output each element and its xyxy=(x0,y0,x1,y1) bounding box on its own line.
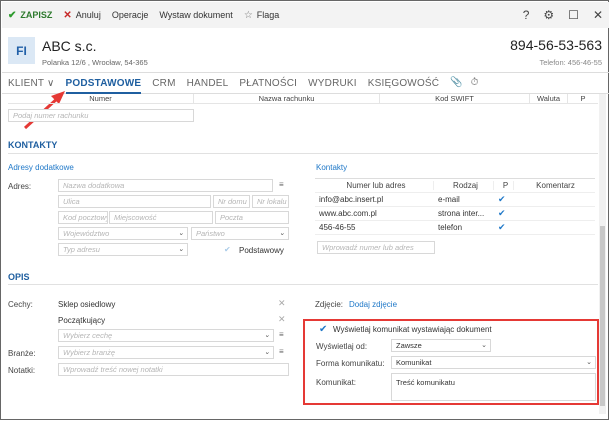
customer-header: FI ABC s.c. Polanka 12/6 , Wrocław, 54-3… xyxy=(2,28,609,73)
toolbar: ✔ ZAPISZ ✕ Anuluj Operacje Wystaw dokument… xyxy=(2,2,609,28)
gear-icon[interactable]: ⚙ xyxy=(543,8,554,22)
photo-label: Zdjęcie: xyxy=(315,300,344,309)
help-icon[interactable]: ? xyxy=(523,8,530,22)
chevron-down-icon: ⌄ xyxy=(264,332,270,339)
menu-icon[interactable]: ≡ xyxy=(279,347,284,356)
col-p: P xyxy=(580,94,586,103)
flag-button[interactable]: ☆ Flaga xyxy=(244,10,279,21)
show-from-select[interactable]: Zawsze ⌄ xyxy=(391,339,491,352)
city-input[interactable]: Miejscowość xyxy=(109,211,213,224)
address-name-input[interactable]: Nazwa dodatkowa xyxy=(58,179,273,192)
chevron-down-icon: ⌄ xyxy=(586,359,592,366)
features-label: Cechy: xyxy=(8,300,33,309)
home-number-input[interactable]: Nr domu xyxy=(213,195,250,208)
chevron-down-icon: ⌄ xyxy=(279,230,285,237)
voivodeship-select[interactable]: Województwo ⌄ xyxy=(58,227,188,240)
paperclip-icon[interactable]: 📎 xyxy=(450,77,462,88)
window-frame: ✔ ZAPISZ ✕ Anuluj Operacje Wystaw dokument… xyxy=(0,0,609,420)
contacts-header-row: Numer lub adres Rodzaj P Komentarz xyxy=(315,179,595,193)
customer-name: ABC s.c. xyxy=(42,38,97,54)
issue-document-button[interactable]: Wystaw dokument xyxy=(159,10,232,20)
table-row[interactable]: 456-46-55 telefon ✔ xyxy=(315,221,595,235)
show-message-checkbox[interactable]: ✔ xyxy=(319,324,327,335)
tab-klient[interactable]: KLIENT ∨ xyxy=(8,74,55,89)
local-number-input[interactable]: Nr lokalu xyxy=(252,195,289,208)
tab-ksiegowosc[interactable]: KSIĘGOWOŚĆ xyxy=(368,74,439,89)
section-kontakty: KONTAKTY xyxy=(8,140,58,150)
checkbox-checked[interactable]: ✔ xyxy=(494,208,514,219)
address-type-select[interactable]: Typ adresu ⌄ xyxy=(58,243,188,256)
chevron-down-icon: ⌄ xyxy=(178,230,184,237)
main-label: Podstawowy xyxy=(239,246,284,255)
customer-address: Polanka 12/6 , Wrocław, 54-365 xyxy=(42,58,148,67)
operations-button[interactable]: Operacje xyxy=(112,10,149,20)
new-contact-input[interactable]: Wprowadź numer lub adres xyxy=(317,241,435,254)
table-row[interactable]: www.abc.com.pl strona inter... ✔ xyxy=(315,207,595,221)
bank-accounts-header: Numer Nazwa rachunku Kod SWIFT Waluta P xyxy=(8,94,598,104)
check-icon: ✔ xyxy=(8,9,17,21)
cancel-button[interactable]: ✕ Anuluj xyxy=(63,10,100,21)
show-from-label: Wyświetlaj od: xyxy=(316,342,368,351)
street-input[interactable]: Ulica xyxy=(58,195,211,208)
message-textarea[interactable]: Treść komunikatu xyxy=(391,373,596,401)
tab-podstawowe[interactable]: PODSTAWOWE xyxy=(65,74,142,94)
show-message-label: Wyświetlaj komunikat wystawiając dokumen… xyxy=(333,325,492,334)
col-swift: Kod SWIFT xyxy=(380,94,530,103)
add-photo-link[interactable]: Dodaj zdjęcie xyxy=(349,300,397,309)
notes-input[interactable]: Wprowadź treść nowej notatki xyxy=(58,363,289,376)
star-icon: ☆ xyxy=(243,9,253,21)
feature-item: Początkujący xyxy=(58,316,106,325)
customer-phone: Telefon: 456-46-55 xyxy=(539,58,602,67)
industry-select[interactable]: Wybierz branżę ⌄ xyxy=(58,346,274,359)
additional-addresses-title: Adresy dodatkowe xyxy=(8,163,74,172)
checkbox-checked[interactable]: ✔ xyxy=(494,222,514,233)
section-opis: OPIS xyxy=(8,272,30,282)
bank-account-input[interactable]: Podaj numer rachunku xyxy=(8,109,194,122)
col-account-name: Nazwa rachunku xyxy=(194,94,380,103)
tab-handel[interactable]: HANDEL xyxy=(187,74,229,89)
feature-select[interactable]: Wybierz cechę ⌄ xyxy=(58,329,274,342)
divider xyxy=(8,284,598,285)
chevron-down-icon: ⌄ xyxy=(264,349,270,356)
post-office-input[interactable]: Poczta xyxy=(215,211,289,224)
avatar: FI xyxy=(8,37,35,64)
remove-icon[interactable]: ✕ xyxy=(278,298,286,309)
close-icon: ✕ xyxy=(63,9,72,21)
country-select[interactable]: Państwo ⌄ xyxy=(191,227,289,240)
tab-platnosci[interactable]: PŁATNOŚCI xyxy=(239,74,297,89)
notes-label: Notatki: xyxy=(8,366,36,375)
industries-label: Branże: xyxy=(8,349,36,358)
chevron-down-icon: ⌄ xyxy=(178,246,184,253)
divider xyxy=(8,153,598,154)
customer-nip: 894-56-53-563 xyxy=(510,37,602,53)
feature-item: Sklep osiedlowy xyxy=(58,300,116,309)
contacts-table: Numer lub adres Rodzaj P Komentarz info@… xyxy=(315,178,595,235)
tab-bar: KLIENT ∨ PODSTAWOWE CRM HANDEL PŁATNOŚCI… xyxy=(2,74,609,94)
postal-code-input[interactable]: Kod pocztowy xyxy=(58,211,108,224)
checkbox-checked[interactable]: ✔ xyxy=(494,194,514,205)
save-button[interactable]: ✔ ZAPISZ xyxy=(8,10,52,21)
main-checkbox[interactable]: ✔ xyxy=(224,245,231,254)
col-number: Numer xyxy=(8,94,194,103)
maximize-icon[interactable]: ☐ xyxy=(568,8,579,22)
address-label: Adres: xyxy=(8,182,32,191)
vertical-scrollbar[interactable] xyxy=(599,94,606,414)
tab-wydruki[interactable]: WYDRUKI xyxy=(308,74,357,89)
remove-icon[interactable]: ✕ xyxy=(278,314,286,325)
message-form-label: Forma komunikatu: xyxy=(316,359,385,368)
contacts-title: Kontakty xyxy=(316,163,348,172)
scrollbar-thumb[interactable] xyxy=(600,226,605,406)
col-currency: Waluta xyxy=(530,94,568,103)
tab-crm[interactable]: CRM xyxy=(152,74,175,89)
message-label: Komunikat: xyxy=(316,378,357,387)
menu-icon[interactable]: ≡ xyxy=(279,180,284,189)
message-form-select[interactable]: Komunikat ⌄ xyxy=(391,356,596,369)
close-window-icon[interactable]: ✕ xyxy=(593,8,603,22)
chevron-down-icon: ⌄ xyxy=(481,342,487,349)
history-icon[interactable]: ⏱ xyxy=(471,77,479,88)
table-row[interactable]: info@abc.insert.pl e-mail ✔ xyxy=(315,193,595,207)
menu-icon[interactable]: ≡ xyxy=(279,330,284,339)
